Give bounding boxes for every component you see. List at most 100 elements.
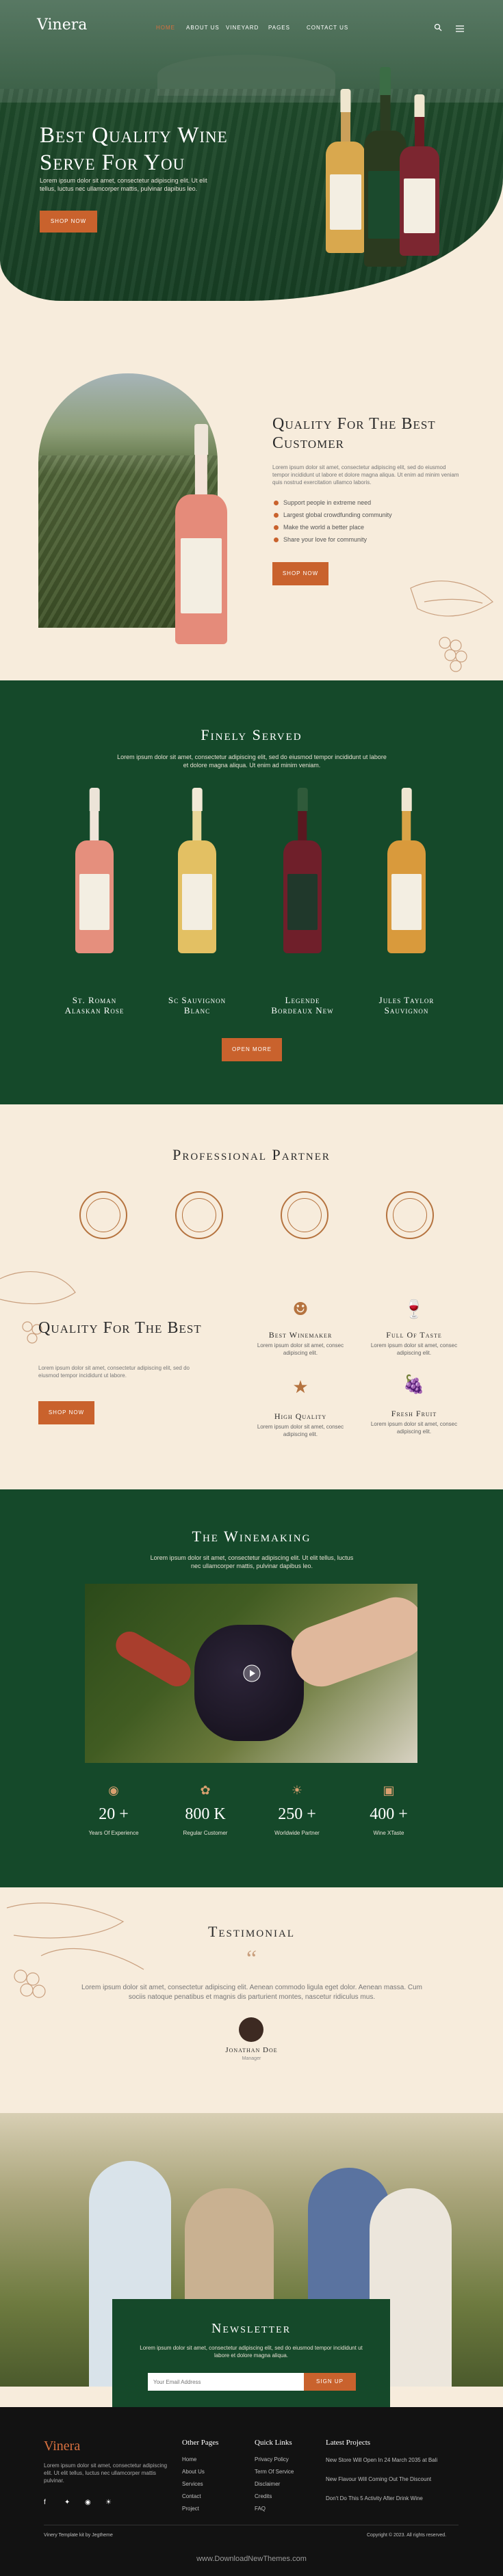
feature-text: Lorem ipsum dolor sit amet, consec adipi… bbox=[370, 1421, 458, 1435]
winemaker-icon: ☻ bbox=[292, 1299, 309, 1320]
footer-link[interactable]: Disclaimer bbox=[255, 2481, 280, 2487]
play-icon[interactable] bbox=[243, 1664, 261, 1682]
nav-pages[interactable]: PAGES bbox=[268, 25, 290, 31]
hero-bottle-red bbox=[400, 94, 439, 256]
hero-shop-button[interactable]: SHOP NOW bbox=[40, 211, 97, 233]
winemaking-text: Lorem ipsum dolor sit amet, consectetur … bbox=[150, 1554, 354, 1569]
instagram-icon[interactable]: ◉ bbox=[85, 2499, 91, 2506]
quality-title: Quality For The Best Customer bbox=[272, 415, 436, 452]
menu-icon[interactable] bbox=[456, 22, 464, 32]
feature-text: Lorem ipsum dolor sit amet, consec adipi… bbox=[370, 1342, 458, 1356]
grapes-icon: 🍇 bbox=[402, 1375, 426, 1395]
open-more-button[interactable]: OPEN MORE bbox=[222, 1038, 282, 1061]
nav-contact[interactable]: CONTACT US bbox=[307, 25, 348, 31]
feature-title: Full Of Taste bbox=[386, 1330, 442, 1340]
wine-name: Jules Taylor Sauvignon bbox=[378, 995, 435, 1015]
stat-label: Regular Customer bbox=[183, 1830, 228, 1836]
winemaking-title: The Winemaking bbox=[192, 1528, 311, 1545]
watermark: www.DownloadNewThemes.com bbox=[196, 2555, 307, 2563]
feature-title: Best Winemaker bbox=[268, 1330, 333, 1340]
footer-heading: Quick Links bbox=[255, 2439, 292, 2447]
grape-leaf-illustration bbox=[397, 561, 500, 684]
footer-link[interactable]: Contact bbox=[182, 2493, 201, 2499]
nav-about[interactable]: ABOUT US bbox=[186, 25, 220, 31]
footer-logo[interactable]: Vinera bbox=[44, 2439, 80, 2454]
footer-link[interactable]: About Us bbox=[182, 2469, 205, 2475]
footer-link[interactable]: Term Of Service bbox=[255, 2469, 294, 2475]
footer-link[interactable]: Services bbox=[182, 2481, 203, 2487]
signup-button[interactable]: SIGN UP bbox=[304, 2373, 356, 2391]
footer-project[interactable]: Don't Do This 5 Activity After Drink Win… bbox=[326, 2495, 456, 2502]
stat-label: Worldwide Partner bbox=[274, 1830, 320, 1836]
footer-heading: Latest Projects bbox=[326, 2439, 371, 2447]
footer bbox=[0, 2407, 503, 2576]
stat-number: 800 K bbox=[185, 1805, 226, 1823]
finely-text: Lorem ipsum dolor sit amet, consectetur … bbox=[117, 754, 387, 769]
quality-list-item: Support people in extreme need bbox=[273, 499, 372, 506]
testimonial-name: Jonathan Doe bbox=[225, 2046, 278, 2054]
partner-badge bbox=[175, 1191, 223, 1239]
newsletter-title: Newsletter bbox=[211, 2321, 292, 2336]
logo[interactable]: Vinera bbox=[37, 16, 87, 34]
rose-bottle bbox=[175, 424, 227, 644]
avatar bbox=[239, 2017, 263, 2042]
wine-bottle-sauvignon bbox=[387, 788, 426, 953]
quality-list-item: Largest global crowdfunding community bbox=[274, 512, 392, 518]
top-nav: Vinera HOME ABOUT US VINEYARD PAGES CONT… bbox=[0, 10, 503, 34]
quality2-shop-button[interactable]: SHOP NOW bbox=[38, 1401, 94, 1424]
footer-project[interactable]: New Flavour Will Coming Out The Discount bbox=[326, 2475, 456, 2483]
feature-text: Lorem ipsum dolor sit amet, consec adipi… bbox=[257, 1342, 344, 1356]
search-icon[interactable] bbox=[434, 21, 442, 31]
newsletter-text: Lorem ipsum dolor sit amet, consectetur … bbox=[140, 2345, 363, 2359]
partner-badge bbox=[281, 1191, 328, 1239]
quality-text: Lorem ipsum dolor sit amet, consectetur … bbox=[272, 464, 459, 486]
footer-link[interactable]: Privacy Policy bbox=[255, 2456, 289, 2462]
footer-link[interactable]: Project bbox=[182, 2506, 199, 2512]
feature-text: Lorem ipsum dolor sit amet, consec adipi… bbox=[257, 1424, 344, 1437]
social-icons: f ✦ ◉ ☀ bbox=[44, 2499, 126, 2508]
facebook-icon[interactable]: f bbox=[44, 2499, 46, 2506]
partner-badge bbox=[79, 1191, 127, 1239]
wine-bottle-bordeaux bbox=[283, 788, 322, 953]
wine-name: Legende Bordeaux New bbox=[271, 995, 334, 1015]
wine-name: Sc Sauvignon Blanc bbox=[168, 995, 227, 1015]
hero-title: Best Quality Wine Serve For You bbox=[40, 123, 228, 175]
cask-icon: ▣ bbox=[383, 1783, 395, 1798]
testimonial-quote: Lorem ipsum dolor sit amet, consectetur … bbox=[81, 1984, 423, 2001]
footer-heading: Other Pages bbox=[182, 2439, 219, 2447]
wine-bottle-rose bbox=[75, 788, 114, 953]
partner-badge bbox=[386, 1191, 434, 1239]
grapes-icon: ✿ bbox=[200, 1783, 211, 1798]
partner-title: Professional Partner bbox=[172, 1146, 331, 1163]
twitter-icon[interactable]: ✦ bbox=[64, 2499, 70, 2506]
feature-title: High Quality bbox=[274, 1411, 327, 1421]
footer-link[interactable]: Home bbox=[182, 2456, 196, 2462]
sun-icon: ☀ bbox=[291, 1783, 303, 1798]
footer-link[interactable]: Credits bbox=[255, 2493, 272, 2499]
footer-copyright: Copyright © 2023. All rights reserved. bbox=[367, 2533, 447, 2538]
quote-icon: “ bbox=[246, 1946, 257, 1971]
quality2-text: Lorem ipsum dolor sit amet, consectetur … bbox=[38, 1365, 190, 1379]
stat-label: Years Of Experience bbox=[88, 1830, 139, 1836]
footer-credit: Vinery Template kit by Jegtheme bbox=[44, 2533, 113, 2538]
grape-illustration-left bbox=[0, 1258, 82, 1361]
footer-text: Lorem ipsum dolor sit amet, consectetur … bbox=[44, 2462, 168, 2484]
email-input[interactable] bbox=[148, 2373, 304, 2391]
wine-bottle-blanc bbox=[178, 788, 216, 953]
footer-project[interactable]: New Store Will Open In 24 March 2035 at … bbox=[326, 2456, 456, 2464]
quality-shop-button[interactable]: SHOP NOW bbox=[272, 562, 328, 585]
stat-label: Wine XTaste bbox=[373, 1830, 404, 1836]
stat-number: 400 + bbox=[370, 1805, 408, 1823]
quality-medal-icon: ★ bbox=[292, 1377, 309, 1398]
wine-glass-icon: 🍷 bbox=[402, 1299, 426, 1320]
nav-home[interactable]: HOME bbox=[156, 25, 175, 31]
stat-number: 20 + bbox=[99, 1805, 129, 1823]
feature-title: Fresh Fruit bbox=[391, 1409, 437, 1418]
footer-link[interactable]: FAQ bbox=[255, 2506, 266, 2512]
quality-list-item: Share your love for community bbox=[273, 536, 367, 543]
pinterest-icon[interactable]: ☀ bbox=[105, 2499, 112, 2506]
testimonial-title: Testimonial bbox=[207, 1923, 296, 1940]
nav-vineyard[interactable]: VINEYARD bbox=[226, 25, 259, 31]
testimonial-role: Manager bbox=[242, 2056, 261, 2061]
hero-text: Lorem ipsum dolor sit amet, consectetur … bbox=[40, 177, 207, 192]
